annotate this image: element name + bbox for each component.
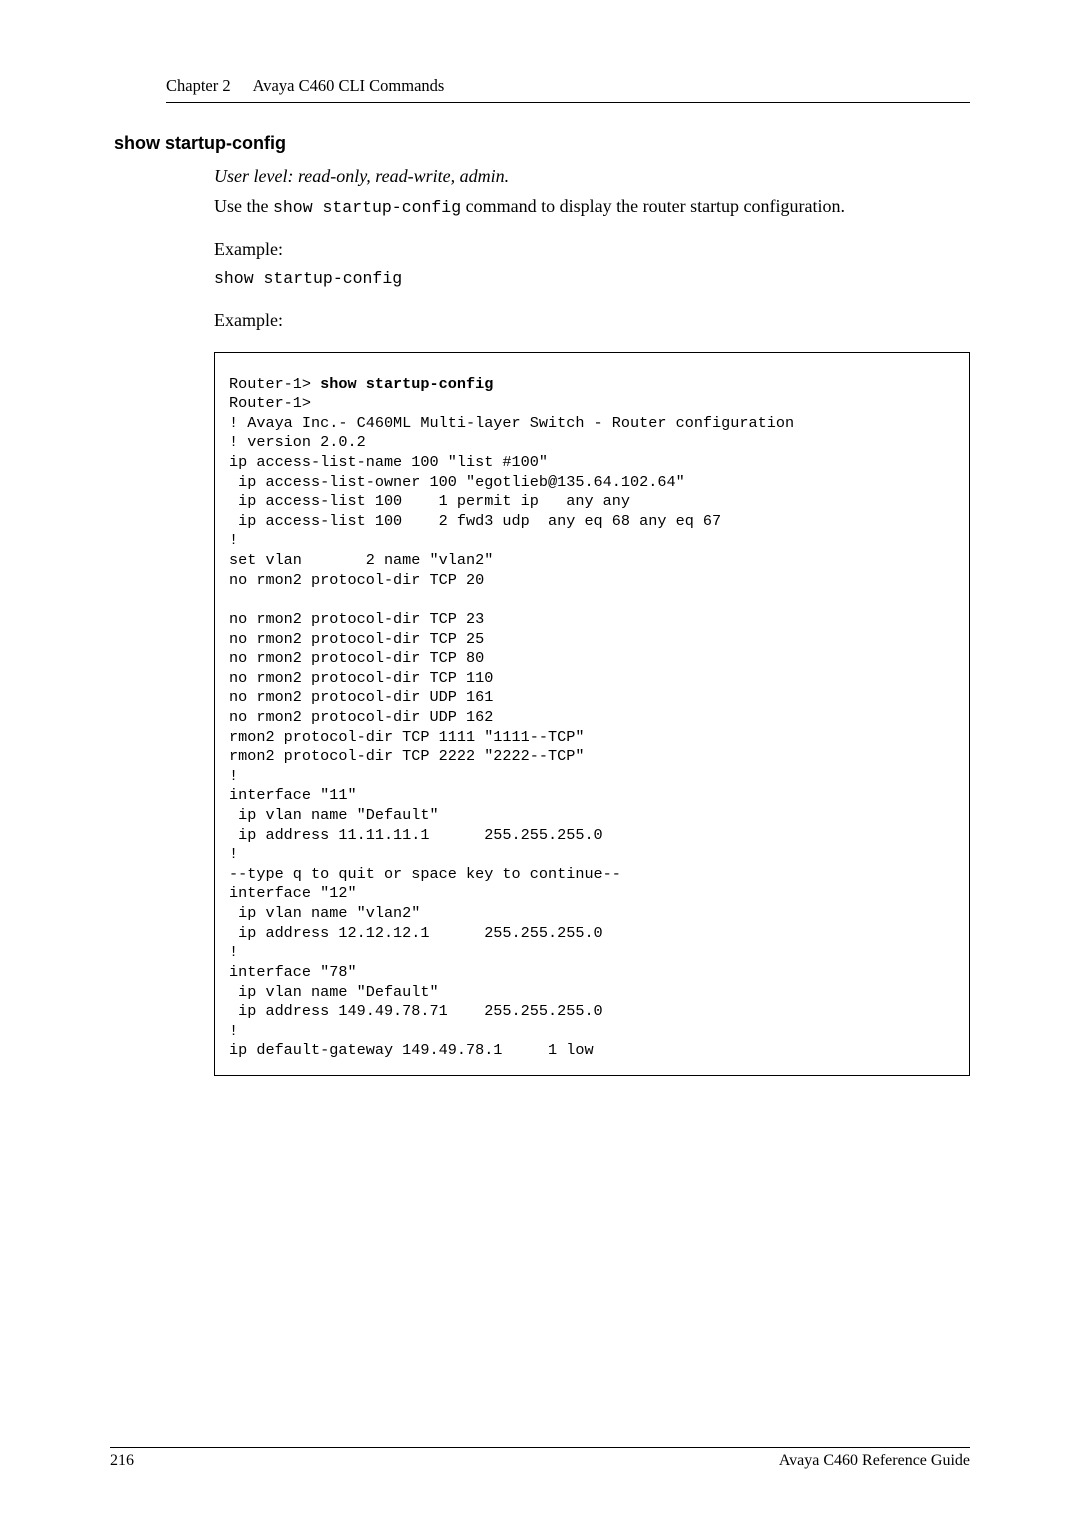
user-level-text: User level: read-only, read-write, admin… — [214, 166, 509, 186]
example2-label: Example: — [214, 308, 970, 334]
header-rule — [166, 102, 970, 103]
doc-title: Avaya C460 Reference Guide — [779, 1452, 970, 1470]
page-number: 216 — [110, 1452, 134, 1470]
chapter-header: Chapter 2 Avaya C460 CLI Commands — [166, 76, 970, 96]
usage-pre: Use the — [214, 196, 273, 216]
example1-command: show startup-config — [214, 267, 970, 290]
user-level-line: User level: read-only, read-write, admin… — [214, 164, 970, 190]
chapter-label: Chapter 2 — [166, 76, 231, 96]
cli-body: Router-1> ! Avaya Inc.- C460ML Multi-lay… — [229, 394, 794, 1059]
example1-label: Example: — [214, 237, 970, 263]
usage-command: show startup-config — [273, 198, 461, 217]
cli-output-box: Router-1> show startup-config Router-1> … — [214, 352, 970, 1076]
cli-prompt: Router-1> — [229, 375, 320, 393]
usage-post: command to display the router startup co… — [461, 196, 845, 216]
chapter-title: Avaya C460 CLI Commands — [253, 76, 445, 96]
usage-paragraph: Use the show startup-config command to d… — [214, 194, 970, 220]
cli-command: show startup-config — [320, 375, 493, 393]
page-footer: 216 Avaya C460 Reference Guide — [110, 1447, 970, 1470]
section-heading: show startup-config — [114, 133, 970, 154]
